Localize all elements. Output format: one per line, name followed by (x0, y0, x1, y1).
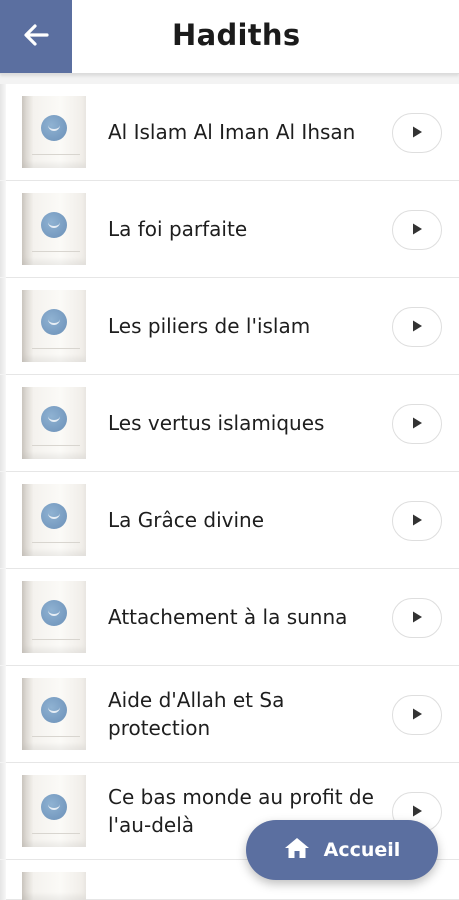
seal-icon (41, 600, 67, 626)
list-item[interactable]: La Grâce divine (0, 472, 459, 569)
hadith-thumbnail (22, 775, 86, 847)
page-title: Hadiths (172, 18, 301, 52)
card-edge (0, 278, 6, 374)
seal-icon (41, 115, 67, 141)
seal-icon (41, 697, 67, 723)
hadith-title: Les vertus islamiques (108, 411, 325, 435)
play-icon (410, 803, 424, 822)
play-icon (410, 124, 424, 143)
seal-icon (41, 212, 67, 238)
thumbnail-divider (32, 639, 80, 640)
list-item[interactable]: Attachement à la sunna (0, 569, 459, 666)
hadith-thumbnail (22, 193, 86, 265)
hadith-thumbnail (22, 678, 86, 750)
list-item[interactable]: Les vertus islamiques (0, 375, 459, 472)
play-icon (410, 512, 424, 531)
hadith-thumbnail (22, 484, 86, 556)
list-item[interactable]: Al Islam Al Iman Al Ihsan (0, 84, 459, 181)
app-header: Hadiths (0, 0, 459, 74)
hadith-thumbnail (22, 290, 86, 362)
hadith-title: La Grâce divine (108, 508, 265, 532)
hadith-title: Aide d'Allah et Sa protection (108, 688, 285, 740)
hadith-title: Attachement à la sunna (108, 605, 348, 629)
hadith-thumbnail (22, 581, 86, 653)
hadith-thumbnail (22, 872, 86, 900)
play-button[interactable] (392, 210, 442, 250)
arrow-left-icon (22, 21, 50, 53)
list-item[interactable]: La foi parfaite (0, 181, 459, 278)
thumbnail-divider (32, 542, 80, 543)
thumbnail-divider (32, 445, 80, 446)
thumbnail-divider (32, 736, 80, 737)
hadith-title: Les piliers de l'islam (108, 314, 311, 338)
play-icon (410, 415, 424, 434)
back-button[interactable] (0, 0, 72, 73)
play-icon (410, 706, 424, 725)
thumbnail-divider (32, 251, 80, 252)
hadith-title: La foi parfaite (108, 217, 248, 241)
home-button-label: Accueil (323, 839, 401, 861)
card-edge (0, 84, 6, 180)
seal-icon (41, 794, 67, 820)
card-edge (0, 181, 6, 277)
card-edge (0, 763, 6, 859)
play-icon (410, 609, 424, 628)
hadith-thumbnail (22, 387, 86, 459)
thumbnail-divider (32, 154, 80, 155)
card-edge (0, 860, 6, 900)
seal-icon (41, 503, 67, 529)
card-edge (0, 375, 6, 471)
hadith-thumbnail (22, 96, 86, 168)
play-button[interactable] (392, 113, 442, 153)
play-icon (410, 221, 424, 240)
play-button[interactable] (392, 404, 442, 444)
card-edge (0, 472, 6, 568)
play-button[interactable] (392, 307, 442, 347)
seal-icon (41, 309, 67, 335)
play-icon (410, 318, 424, 337)
home-icon (284, 836, 310, 865)
thumbnail-divider (32, 833, 80, 834)
card-edge (0, 569, 6, 665)
hadith-list: Al Islam Al Iman Al Ihsan La foi parfaite… (0, 84, 459, 900)
card-edge (0, 666, 6, 762)
play-button[interactable] (392, 598, 442, 638)
seal-icon (41, 406, 67, 432)
hadith-title: Al Islam Al Iman Al Ihsan (108, 120, 356, 144)
play-button[interactable] (392, 501, 442, 541)
list-item[interactable]: Les piliers de l'islam (0, 278, 459, 375)
play-button[interactable] (392, 695, 442, 735)
thumbnail-divider (32, 348, 80, 349)
list-item[interactable]: Aide d'Allah et Sa protection (0, 666, 459, 763)
home-button[interactable]: Accueil (246, 820, 438, 880)
